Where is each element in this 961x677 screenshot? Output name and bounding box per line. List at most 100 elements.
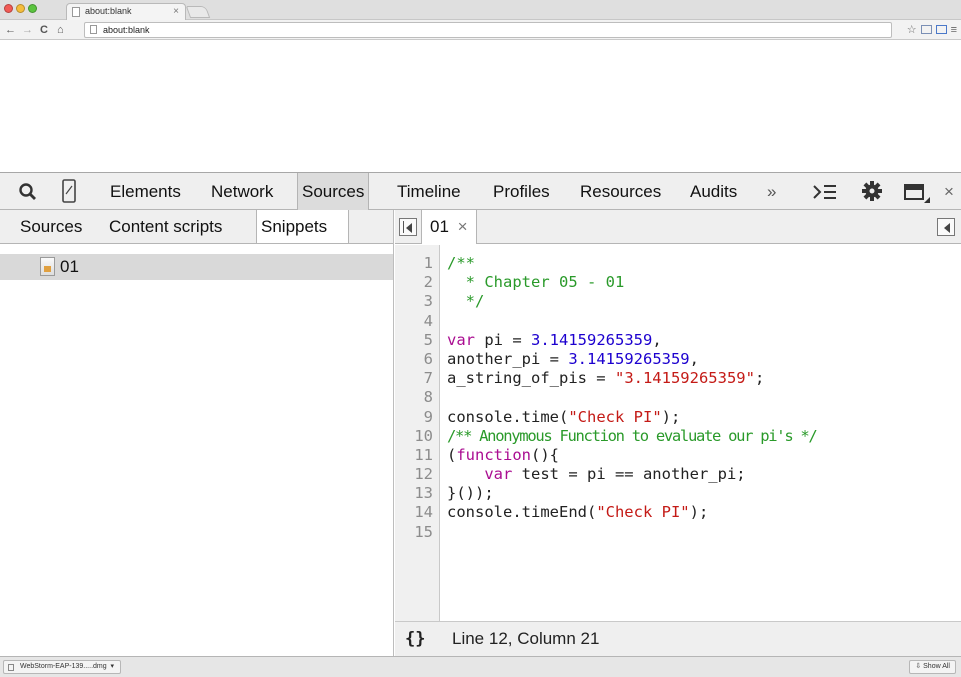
line-number: 9: [423, 407, 433, 426]
tab-resources[interactable]: Resources: [576, 173, 665, 210]
browser-toolbar: ← → C ⌂ about:blank ☆ ≡: [0, 20, 961, 40]
more-tabs-icon[interactable]: »: [763, 173, 780, 210]
code-text: );: [661, 407, 681, 426]
code-line: 3 */: [395, 292, 961, 311]
code-line: 8: [395, 388, 961, 407]
tab-audits[interactable]: Audits: [686, 173, 741, 210]
device-mode-icon[interactable]: [61, 179, 77, 203]
tab-timeline[interactable]: Timeline: [393, 173, 465, 210]
code-comment: /** Anonymous Function to evaluate our p…: [447, 426, 818, 445]
code-string: "Check PI": [596, 503, 690, 522]
code-line: 13 }());: [395, 484, 961, 503]
code-line: 2 * Chapter 05 - 01: [395, 273, 961, 292]
code-text: test = pi == another_pi;: [512, 465, 746, 484]
code-keyword: var: [484, 465, 513, 484]
pretty-print-button[interactable]: {}: [405, 622, 425, 656]
code-text: );: [689, 503, 709, 522]
line-number: 7: [423, 369, 433, 388]
code-text: */: [447, 292, 485, 311]
navigator-pane: Sources Content scripts Snippets 01: [0, 210, 394, 656]
editor-tab-01[interactable]: 01 ×: [421, 210, 477, 244]
navigator-tab-sources[interactable]: Sources: [16, 210, 86, 243]
editor-tab-label: 01: [430, 217, 449, 236]
code-text: ;: [754, 369, 765, 388]
reload-icon[interactable]: C: [40, 22, 48, 38]
line-number: 4: [423, 311, 433, 330]
code-line: 7 a_string_of_pis = "3.14159265359";: [395, 369, 961, 388]
line-number: 12: [414, 465, 433, 484]
line-number: 14: [414, 503, 433, 522]
new-tab-button[interactable]: [185, 6, 211, 18]
cursor-position: Line 12, Column 21: [452, 629, 600, 648]
line-number: 2: [423, 273, 433, 292]
tab-elements[interactable]: Elements: [106, 173, 185, 210]
show-all-button[interactable]: ⇩ Show All: [909, 660, 956, 674]
tab-network[interactable]: Network: [207, 173, 277, 210]
browser-tab[interactable]: about:blank ×: [66, 3, 186, 20]
tab-profiles[interactable]: Profiles: [489, 173, 554, 210]
navigator-tab-snippets[interactable]: Snippets: [256, 210, 349, 243]
page-icon: [90, 25, 97, 34]
code-line: 6 another_pi = 3.14159265359,: [395, 350, 961, 369]
tab-close-icon[interactable]: ×: [173, 4, 179, 19]
toggle-navigator-icon[interactable]: [399, 218, 417, 236]
line-number: 1: [423, 254, 433, 272]
back-icon[interactable]: ←: [5, 22, 16, 38]
close-devtools-icon[interactable]: ×: [940, 173, 958, 210]
cast-icon[interactable]: [920, 25, 932, 34]
code-text: a_string_of_pis =: [447, 369, 615, 388]
code-text: pi =: [475, 330, 531, 349]
code-line: 4: [395, 312, 961, 331]
search-icon[interactable]: [18, 182, 38, 202]
bookmark-star-icon[interactable]: ☆: [907, 22, 917, 38]
browser-tab-strip: about:blank ×: [0, 0, 961, 20]
address-bar-url: about:blank: [103, 25, 150, 35]
minimize-window-button[interactable]: [16, 4, 25, 13]
snippet-file-item[interactable]: 01: [0, 254, 393, 280]
code-line: 10 /** Anonymous Function to evaluate our…: [395, 427, 961, 446]
code-text: * Chapter 05 - 01: [447, 273, 625, 292]
code-number: 3.14159265359: [531, 330, 653, 349]
file-icon: [8, 664, 14, 671]
forward-icon[interactable]: →: [22, 22, 33, 38]
menu-icon[interactable]: ≡: [951, 22, 957, 38]
toggle-debugger-icon[interactable]: [937, 218, 955, 236]
code-text: (){: [531, 445, 559, 464]
line-number: 3: [423, 292, 433, 311]
line-number: 6: [423, 349, 433, 368]
code-string: "Check PI": [568, 407, 662, 426]
line-number: 11: [414, 445, 433, 464]
window-controls: [4, 4, 37, 13]
address-bar[interactable]: about:blank: [84, 22, 892, 38]
extension-icon[interactable]: [935, 25, 947, 34]
navigator-tabs: Sources Content scripts Snippets: [0, 210, 393, 244]
line-number: 13: [414, 484, 433, 503]
code-number: 3.14159265359: [568, 349, 690, 368]
code-text: console.timeEnd(: [447, 503, 597, 522]
show-all-label: Show All: [923, 663, 950, 670]
line-number: 15: [414, 522, 433, 541]
browser-tab-title: about:blank: [85, 6, 132, 16]
download-shelf: WebStorm-EAP-139.....dmg ▾ ⇩ Show All: [0, 656, 961, 677]
navigator-tab-content-scripts[interactable]: Content scripts: [105, 210, 226, 243]
code-text: }());: [447, 484, 494, 503]
download-file-name: WebStorm-EAP-139.....dmg: [20, 663, 107, 670]
code-string: "3.14159265359": [614, 369, 755, 388]
editor-status-bar: {} Line 12, Column 21: [395, 621, 961, 656]
snippet-file-name: 01: [60, 257, 79, 276]
code-keyword: var: [447, 330, 475, 349]
home-icon[interactable]: ⌂: [57, 22, 64, 38]
zoom-window-button[interactable]: [28, 4, 37, 13]
tab-sources[interactable]: Sources: [297, 173, 370, 210]
download-item[interactable]: WebStorm-EAP-139.....dmg ▾: [3, 660, 122, 674]
dock-side-icon[interactable]: [903, 182, 931, 204]
console-drawer-icon[interactable]: [812, 183, 838, 201]
chevron-down-icon[interactable]: ▾: [109, 663, 115, 670]
editor-tab-close-icon[interactable]: ×: [458, 217, 468, 236]
editor-tab-bar: 01 ×: [395, 210, 961, 244]
code-text: ,: [652, 330, 662, 349]
code-editor[interactable]: 1 /** 2 * Chapter 05 - 01 3 */ 4 5 var pi …: [395, 254, 961, 542]
close-window-button[interactable]: [4, 4, 13, 13]
code-text: another_pi =: [447, 349, 569, 368]
gear-icon[interactable]: [861, 180, 883, 202]
